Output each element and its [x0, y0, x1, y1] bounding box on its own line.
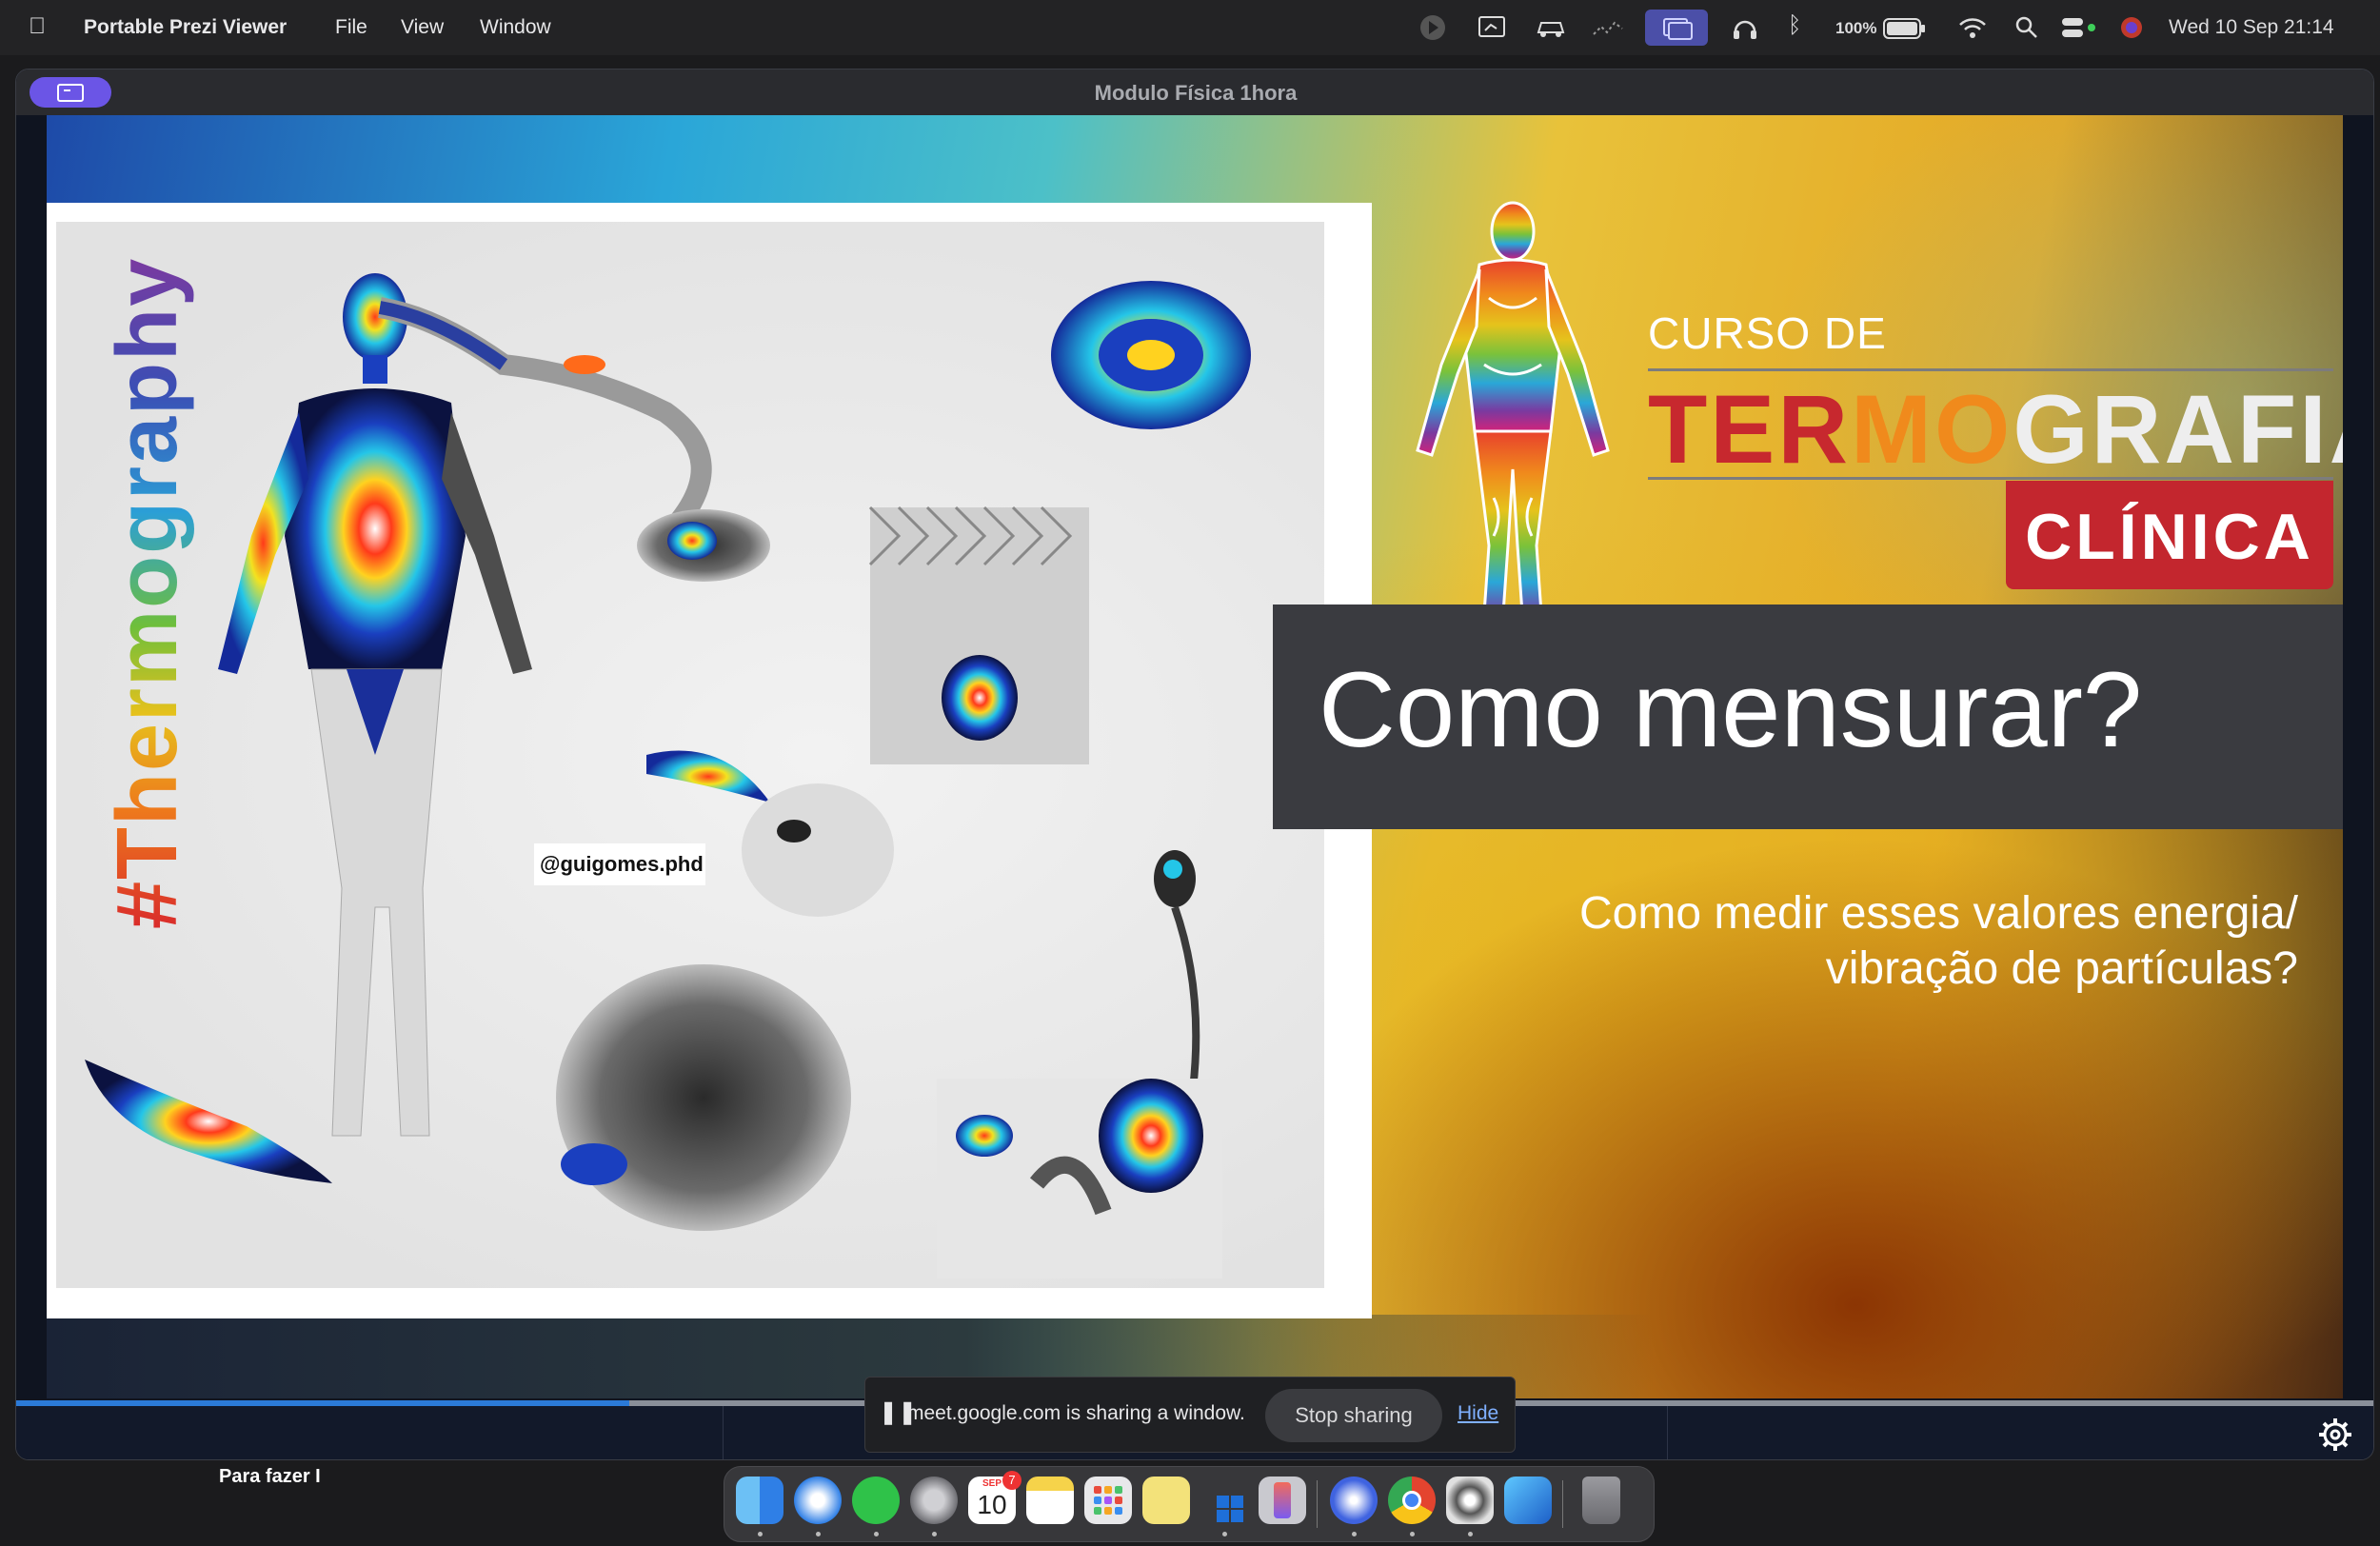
wifi-icon[interactable] [1957, 15, 1988, 40]
dock-separator [1317, 1480, 1318, 1528]
running-indicator [932, 1532, 937, 1536]
clinica-label: CLÍNICA [2025, 501, 2314, 573]
screen-recorder-icon[interactable] [1446, 1477, 1494, 1524]
thermal-toucan [646, 750, 894, 917]
share-message: meet.google.com is sharing a window. [907, 1402, 1245, 1424]
running-indicator [1410, 1532, 1415, 1536]
windows-app-icon[interactable] [1200, 1477, 1248, 1524]
trash-icon[interactable] [1582, 1477, 1620, 1524]
media-play-icon[interactable] [1418, 13, 1447, 42]
thermal-rodent [637, 509, 770, 582]
menu-window[interactable]: Window [480, 16, 551, 39]
thermal-crocodile [85, 1060, 332, 1183]
title-rule-top [1648, 368, 2333, 371]
anatomy-figure-illustration [1416, 201, 1610, 643]
calendar-day: 10 [977, 1490, 1007, 1519]
menu-bar:  Portable Prezi Viewer File View Window… [0, 0, 2380, 55]
spotlight-search-icon[interactable] [2014, 15, 2039, 40]
hide-link[interactable]: Hide [1458, 1402, 1498, 1425]
system-settings-icon[interactable] [910, 1477, 958, 1524]
desktop-widget-label[interactable]: Para fazer I [219, 1466, 321, 1488]
finder-icon[interactable] [736, 1477, 783, 1524]
running-indicator [874, 1532, 879, 1536]
running-indicator [1468, 1532, 1473, 1536]
whatsapp-icon[interactable] [852, 1477, 900, 1524]
thermal-turtle [556, 964, 851, 1231]
app-name-menu[interactable]: Portable Prezi Viewer [84, 16, 287, 39]
calendar-badge: 7 [1002, 1471, 1021, 1490]
title-part-mo: MO [1851, 375, 2013, 484]
subtitle-line-2: vibração de partículas? [1825, 943, 2298, 994]
iphone-mirroring-icon[interactable] [1259, 1477, 1306, 1524]
title-part-ter: TER [1648, 375, 1851, 484]
chrome-icon[interactable] [1388, 1477, 1436, 1524]
battery-percent: 100% [1835, 19, 1877, 37]
slide-subtitle: Como medir esses valores energia/ vibraç… [1189, 886, 2298, 997]
slide-headline: Como mensurar? [1319, 650, 2143, 769]
running-indicator [1352, 1532, 1357, 1536]
course-title: TERMOGRAFIA [1648, 374, 2343, 486]
battery-icon[interactable] [1883, 18, 1927, 39]
thermography-photo-panel [47, 203, 1372, 1318]
title-part-grafia: GRAFIA [2013, 375, 2343, 484]
dock-separator [1562, 1480, 1563, 1528]
car-icon[interactable] [1535, 15, 1567, 40]
author-handle: @guigomes.phd [540, 852, 704, 876]
menu-view[interactable]: View [401, 16, 444, 39]
running-indicator [816, 1532, 821, 1536]
dock: SEP 10 7 [724, 1466, 1655, 1542]
apple-icon[interactable]:  [29, 13, 46, 40]
screen-share-status-icon[interactable] [1645, 10, 1708, 46]
running-indicator [758, 1532, 763, 1536]
safari-icon[interactable] [794, 1477, 842, 1524]
headphones-icon[interactable] [1731, 14, 1759, 41]
running-indicator [1222, 1532, 1227, 1536]
thermal-birds [937, 1079, 1222, 1278]
thermal-images-collage [56, 222, 1324, 1288]
thermal-collage-image [85, 273, 1251, 1278]
prezi-icon[interactable] [1330, 1477, 1378, 1524]
launchpad-icon[interactable] [1084, 1477, 1132, 1524]
bluetooth-icon[interactable]: ᛒ [1788, 12, 1801, 39]
settings-gear-icon[interactable] [2316, 1416, 2354, 1454]
subtitle-line-1: Como medir esses valores energia/ [1579, 888, 2298, 939]
thermal-human-figure [218, 273, 532, 1137]
title-rule-bottom [1648, 477, 2333, 480]
notes-icon[interactable] [1026, 1477, 1074, 1524]
control-center-icon[interactable] [2060, 15, 2098, 40]
thermal-fence-animal [868, 505, 1089, 764]
siri-icon[interactable] [2119, 15, 2144, 40]
prezi-viewer-window: Modulo Física 1hora #Thermography @guigo… [15, 69, 2374, 1460]
thermal-snake [1051, 281, 1251, 429]
activity-icon[interactable] [1592, 15, 1624, 40]
controls-divider [1667, 1406, 1668, 1459]
screen-capture-icon[interactable] [1478, 15, 1506, 40]
stop-sharing-button[interactable]: Stop sharing [1265, 1389, 1442, 1442]
stickies-icon[interactable] [1142, 1477, 1190, 1524]
controls-divider [723, 1406, 724, 1459]
clock[interactable]: Wed 10 Sep 21:14 [2169, 16, 2334, 39]
affinity-icon[interactable] [1504, 1477, 1552, 1524]
screen-share-notification: ❚❚ meet.google.com is sharing a window. … [864, 1377, 1516, 1453]
thermography-hashtag: #Thermography [100, 256, 195, 929]
course-label: CURSO DE [1648, 308, 1887, 358]
calendar-icon[interactable]: SEP 10 7 [968, 1471, 1021, 1524]
presentation-slide: #Thermography @guigomes.phd CURSO DE TER… [47, 115, 2343, 1398]
menu-file[interactable]: File [335, 16, 367, 39]
window-title: Modulo Física 1hora [1094, 81, 1298, 105]
window-titlebar: Modulo Física 1hora [16, 69, 2373, 115]
